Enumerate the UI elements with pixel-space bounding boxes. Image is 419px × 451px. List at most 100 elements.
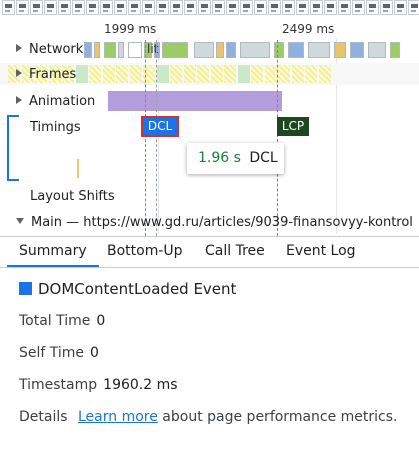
tab-call-tree[interactable]: Call Tree [205, 237, 265, 267]
filmstrip-thumbnail[interactable] [30, 0, 43, 15]
filmstrip-thumbnail[interactable] [16, 0, 29, 15]
filmstrip-thumbnail[interactable] [282, 0, 295, 15]
frame-block[interactable] [291, 65, 304, 83]
frame-block[interactable] [264, 65, 277, 83]
frame-block[interactable] [305, 65, 317, 83]
tab-summary[interactable]: Summary [7, 237, 99, 267]
network-request-bar[interactable] [390, 42, 400, 58]
marker-line [156, 40, 157, 236]
network-request-bar[interactable] [226, 42, 236, 58]
frame-block[interactable] [102, 65, 115, 83]
lcp-marker[interactable]: LCP [277, 117, 309, 136]
filmstrip-thumbnail[interactable] [380, 0, 393, 15]
filmstrip-thumbnail[interactable] [72, 0, 85, 15]
network-request-bar[interactable] [84, 42, 92, 58]
tooltip-time: 1.96 s [198, 150, 241, 166]
network-request-bar[interactable] [308, 42, 330, 58]
frame-block[interactable] [75, 65, 88, 83]
filmstrip-thumbnail[interactable] [114, 0, 127, 15]
filmstrip-thumbnail[interactable] [366, 0, 379, 15]
filmstrip-thumbnail[interactable] [184, 0, 197, 15]
event-color-swatch [19, 282, 32, 295]
filmstrip-thumbnail[interactable] [408, 0, 419, 15]
network-request-bar[interactable] [240, 42, 270, 58]
filmstrip-thumbnail[interactable] [226, 0, 239, 15]
filmstrip-thumbnail[interactable] [58, 0, 71, 15]
tab-event-log[interactable]: Event Log [286, 237, 356, 267]
network-request-bar[interactable] [162, 42, 188, 58]
filmstrip-thumbnail[interactable] [324, 0, 337, 15]
timings-track-label[interactable]: Timings [30, 120, 81, 135]
filmstrip-thumbnail[interactable] [86, 0, 99, 15]
filmstrip-thumbnail[interactable] [352, 0, 365, 15]
ruler-tick-2499: 2499 ms [282, 22, 335, 36]
filmstrip-thumbnail[interactable] [338, 0, 351, 15]
network-request-bar[interactable] [288, 42, 304, 58]
animation-bar[interactable] [108, 91, 282, 111]
filmstrip-thumbnail[interactable] [394, 0, 407, 15]
frame-block[interactable] [89, 65, 101, 83]
frame-block[interactable] [251, 65, 263, 83]
filmstrip-thumbnail[interactable] [240, 0, 253, 15]
timing-event-mark[interactable] [77, 159, 79, 178]
network-request-bar[interactable] [194, 42, 214, 58]
network-requests: lit [84, 40, 419, 61]
filmstrip [0, 0, 419, 18]
network-request-bar[interactable] [128, 42, 142, 58]
learn-more-link[interactable]: Learn more [78, 409, 158, 425]
network-request-bar[interactable] [94, 42, 100, 58]
filmstrip-thumbnail[interactable] [296, 0, 309, 15]
filmstrip-thumbnail[interactable] [100, 0, 113, 15]
filmstrip-thumbnail[interactable] [128, 0, 141, 15]
timestamp-label: Timestamp [19, 377, 98, 393]
filmstrip-thumbnail[interactable] [156, 0, 169, 15]
total-time-row: Total Time 0 [19, 313, 105, 329]
frame-block[interactable] [129, 65, 142, 83]
details-suffix: about page performance metrics. [162, 409, 398, 425]
timestamp-value: 1960.2 ms [103, 377, 178, 393]
main-thread-track[interactable]: Main — https://www.gd.ru/articles/9039-f… [0, 212, 419, 234]
filmstrip-thumbnail[interactable] [212, 0, 225, 15]
dcl-marker-line [145, 40, 146, 236]
frame-block[interactable] [318, 65, 331, 83]
network-request-bar[interactable] [104, 42, 116, 58]
expand-arrow-icon[interactable] [16, 69, 22, 77]
frames-track-label[interactable]: Frames [16, 67, 76, 82]
filmstrip-thumbnail[interactable] [170, 0, 183, 15]
filmstrip-thumbnail[interactable] [2, 0, 15, 15]
network-request-bar[interactable] [368, 42, 386, 58]
main-thread-label[interactable]: Main — https://www.gd.ru/articles/9039-f… [16, 215, 413, 230]
network-track-label[interactable]: Network [16, 42, 83, 57]
filmstrip-thumbnail[interactable] [254, 0, 267, 15]
network-request-bar[interactable] [216, 42, 224, 58]
marker-tooltip: 1.96 s DCL [187, 143, 284, 174]
filmstrip-thumbnail[interactable] [44, 0, 57, 15]
frame-block[interactable] [197, 65, 209, 83]
frame-block[interactable] [116, 65, 128, 83]
frame-block[interactable] [224, 65, 236, 83]
network-request-bar[interactable] [118, 42, 124, 58]
tooltip-name: DCL [249, 150, 278, 166]
filmstrip-thumbnail[interactable] [198, 0, 211, 15]
filmstrip-thumbnail[interactable] [310, 0, 323, 15]
collapse-arrow-icon[interactable] [16, 218, 24, 224]
expand-arrow-icon[interactable] [16, 44, 22, 52]
animation-track-label[interactable]: Animation [16, 94, 95, 109]
frame-block[interactable] [156, 65, 169, 83]
filmstrip-thumbnail[interactable] [142, 0, 155, 15]
dcl-marker[interactable]: DCL [141, 116, 179, 137]
frame-block[interactable] [278, 65, 290, 83]
total-time-label: Total Time [19, 313, 91, 329]
network-request-bar[interactable] [334, 42, 346, 58]
frame-block[interactable] [210, 65, 223, 83]
frame-block[interactable] [237, 65, 250, 83]
filmstrip-thumbnail[interactable] [268, 0, 281, 15]
tab-bottom-up[interactable]: Bottom-Up [107, 237, 183, 267]
network-request-bar[interactable] [274, 42, 284, 58]
frame-block[interactable] [170, 65, 182, 83]
layout-shifts-track-label[interactable]: Layout Shifts [30, 189, 115, 204]
network-request-bar[interactable] [350, 42, 364, 58]
expand-arrow-icon[interactable] [16, 96, 22, 104]
frame-block[interactable] [183, 65, 196, 83]
total-time-value: 0 [96, 313, 106, 329]
